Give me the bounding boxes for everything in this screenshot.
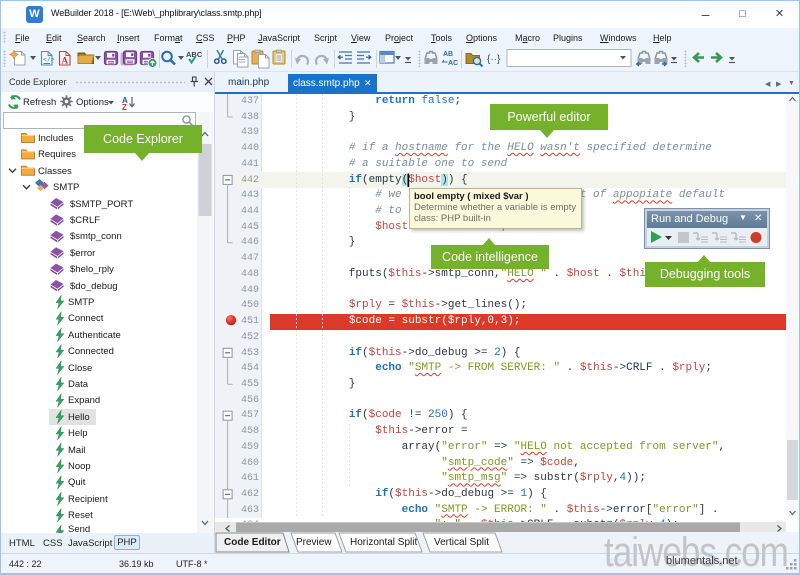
svg-text:AC: AC xyxy=(448,60,458,67)
svg-text:{··}: {··} xyxy=(487,54,501,65)
svg-text:A: A xyxy=(62,56,69,66)
svg-text:</>: </> xyxy=(43,57,55,64)
svg-text:Z: Z xyxy=(122,103,127,112)
svg-text:AB: AB xyxy=(443,51,453,58)
